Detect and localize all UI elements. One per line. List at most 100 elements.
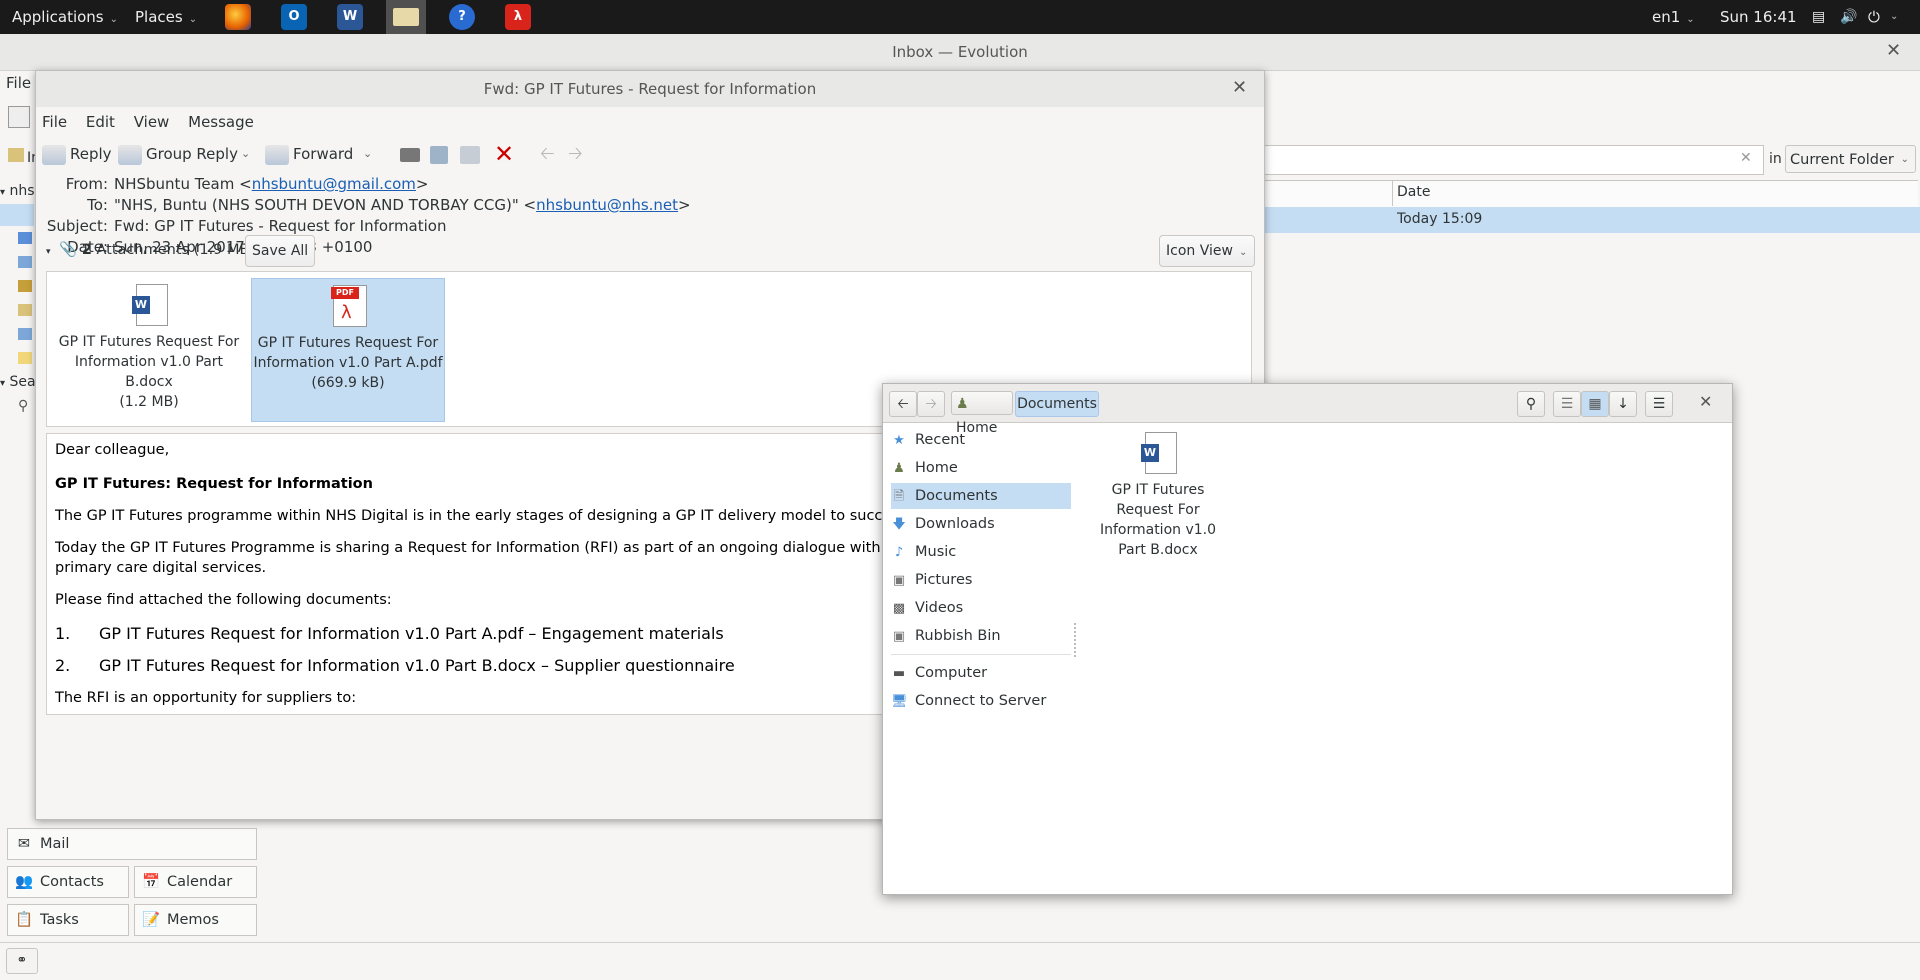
folder-icon[interactable]	[18, 328, 32, 340]
applications-menu[interactable]: Applications ⌄	[12, 0, 118, 34]
folder-selected-row[interactable]	[0, 204, 34, 226]
folder-icon	[393, 8, 419, 26]
sidebar-resize-handle[interactable]	[1074, 623, 1076, 657]
switcher-calendar[interactable]: 📅 Calendar	[134, 866, 257, 898]
message-close-icon[interactable]: ✕	[1232, 77, 1247, 98]
sort-icon[interactable]: ↓	[1609, 391, 1637, 417]
junk-button[interactable]	[430, 139, 452, 169]
save-all-button[interactable]: Save All	[245, 235, 316, 267]
help-launcher-icon[interactable]: ?	[449, 4, 475, 30]
path-home-button[interactable]: ♟ Home	[951, 391, 1013, 436]
sidebar-item-music[interactable]: ♪ Music	[891, 539, 1071, 565]
sidebar-item-rubbish-bin[interactable]: ▣ Rubbish Bin	[891, 623, 1071, 649]
places-menu[interactable]: Places ⌄	[135, 0, 197, 34]
menu-icon[interactable]: ☰	[1645, 391, 1673, 417]
attachment-item-selected[interactable]: PDF λ GP IT Futures Request For Informat…	[251, 278, 445, 422]
body-paragraph: primary care digital services.	[55, 560, 267, 576]
files-window: 🡠 🡢 ♟ Home Documents ⚲ ☰ ▦ ↓ ☰ ✕ ★ Recent…	[882, 383, 1733, 895]
places-label: Places	[135, 8, 183, 26]
evolution-window-title: Inbox — Evolution	[892, 43, 1028, 61]
sidebar-item-documents[interactable]: 🗎 Documents	[891, 483, 1071, 509]
volume-icon[interactable]: 🔊	[1840, 0, 1857, 34]
word-doc-icon: W	[1141, 432, 1177, 474]
not-junk-button[interactable]	[460, 139, 484, 169]
sidebar-item-downloads[interactable]: 🡇 Downloads	[891, 511, 1071, 537]
message-list-header	[1263, 180, 1918, 208]
inbox-folder-icon[interactable]	[8, 148, 24, 162]
files-launcher-active[interactable]	[386, 0, 426, 34]
network-icon[interactable]: ▤	[1812, 0, 1825, 34]
sidebar-item-videos[interactable]: ▩ Videos	[891, 595, 1071, 621]
menu-message[interactable]: Message	[188, 113, 254, 131]
pdf-doc-icon: PDF λ	[331, 285, 367, 327]
archive-button[interactable]	[400, 139, 424, 169]
sidebar-item-pictures[interactable]: ▣ Pictures	[891, 567, 1071, 593]
from-email-link[interactable]: nhsbuntu@gmail.com	[252, 175, 416, 193]
account-tree-item[interactable]: ▾ nhs	[0, 183, 35, 199]
switcher-tasks[interactable]: 📋 Tasks	[7, 904, 129, 936]
switcher-contacts[interactable]: 👥 Contacts	[7, 866, 129, 898]
list-view-icon[interactable]: ☰	[1553, 391, 1581, 417]
to-email-link[interactable]: nhsbuntu@nhs.net	[536, 196, 678, 214]
attachment-item[interactable]: W GP IT Futures Request For Information …	[53, 278, 245, 420]
reply-button[interactable]: Reply	[42, 139, 112, 169]
menu-edit[interactable]: Edit	[86, 113, 115, 131]
power-icon[interactable]: ⏻	[1868, 0, 1880, 34]
search-input[interactable]	[1263, 145, 1764, 175]
folder-icon[interactable]	[18, 256, 32, 268]
forward-label: Forward	[293, 145, 354, 163]
outlook-launcher-icon[interactable]: O	[281, 4, 307, 30]
evolution-close-icon[interactable]: ✕	[1886, 40, 1901, 61]
sidebar-item-computer[interactable]: ▬ Computer	[891, 660, 1071, 686]
forward-nav-icon[interactable]: 🡢	[917, 391, 945, 417]
search-icon[interactable]: ⚲	[1517, 391, 1545, 417]
folder-icon[interactable]	[18, 352, 32, 364]
clear-search-icon[interactable]: ✕	[1740, 150, 1752, 166]
switcher-mail[interactable]: ✉ Mail	[7, 828, 257, 860]
archive-icon	[400, 147, 420, 162]
firefox-launcher-icon[interactable]	[225, 4, 251, 30]
contacts-icon: 👥	[14, 874, 34, 890]
path-current-label: Documents	[1017, 396, 1097, 412]
evolution-file-menu[interactable]: File	[6, 74, 31, 92]
search-scope-select[interactable]: Current Folder ⌄	[1785, 145, 1916, 173]
menu-file[interactable]: File	[42, 113, 67, 131]
search-folder-icon[interactable]: ⚲	[18, 398, 28, 414]
acrobat-launcher-icon[interactable]: λ	[505, 4, 531, 30]
previous-message-icon[interactable]: 🡠	[540, 139, 555, 169]
grid-view-icon[interactable]: ▦	[1581, 391, 1609, 417]
offline-toggle-icon[interactable]: ⚭	[6, 948, 38, 974]
folder-icon[interactable]	[18, 232, 32, 244]
new-message-icon[interactable]	[8, 106, 30, 128]
folder-icon[interactable]	[18, 304, 32, 316]
attachment-name: GP IT Futures Request For Information v1…	[253, 335, 443, 371]
delete-icon[interactable]: ✕	[494, 139, 514, 169]
group-reply-button[interactable]: Group Reply	[118, 139, 238, 169]
forward-button[interactable]: Forward	[265, 139, 353, 169]
sidebar-item-recent[interactable]: ★ Recent	[891, 427, 1071, 453]
back-icon[interactable]: 🡠	[889, 391, 917, 417]
forward-dropdown-icon[interactable]: ⌄	[363, 139, 372, 169]
sidebar-item-home[interactable]: ♟ Home	[891, 455, 1071, 481]
mail-icon: ✉	[17, 836, 31, 852]
attachments-expander-icon[interactable]: ▾	[46, 247, 51, 257]
search-folders-tree-item[interactable]: ▾ Sea	[0, 374, 36, 390]
message-list-row-selected[interactable]	[1263, 207, 1920, 233]
system-menu-chevron-icon[interactable]: ⌄	[1890, 0, 1898, 34]
menu-view[interactable]: View	[134, 113, 170, 131]
path-current-button[interactable]: Documents	[1015, 391, 1099, 417]
next-message-icon[interactable]: 🡢	[568, 139, 583, 169]
folder-icon[interactable]	[18, 280, 32, 292]
clock[interactable]: Sun 16:41	[1720, 0, 1797, 34]
account-label: nhs	[9, 183, 35, 199]
files-close-icon[interactable]: ✕	[1699, 392, 1712, 411]
date-column-header[interactable]: Date	[1397, 184, 1430, 200]
group-reply-dropdown-icon[interactable]: ⌄	[241, 139, 250, 169]
file-item[interactable]: W GP IT Futures Request For Information …	[1098, 432, 1218, 560]
word-launcher-icon[interactable]: W	[337, 4, 363, 30]
sidebar-item-label: Home	[915, 460, 958, 476]
language-indicator[interactable]: en1 ⌄	[1652, 0, 1695, 34]
switcher-memos[interactable]: 📝 Memos	[134, 904, 257, 936]
view-mode-select[interactable]: Icon View ⌄	[1159, 235, 1255, 267]
sidebar-item-connect-to-server[interactable]: 🖥 Connect to Server	[891, 688, 1071, 714]
